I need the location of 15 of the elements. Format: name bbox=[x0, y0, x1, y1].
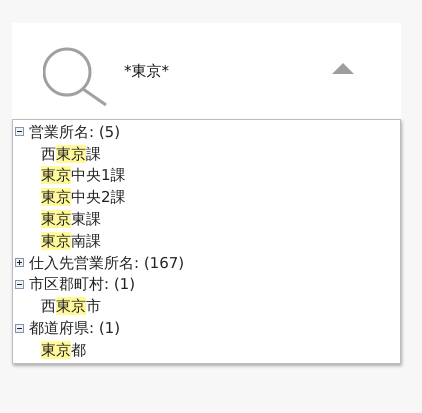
group-label[interactable]: 仕入先営業所名: (167) bbox=[29, 252, 184, 273]
group-label[interactable]: 営業所名: (5) bbox=[29, 122, 120, 142]
result-item[interactable]: 東京中央2課 bbox=[41, 187, 126, 208]
expand-icon[interactable] bbox=[15, 258, 24, 268]
group-label[interactable]: 都道府県: (1) bbox=[29, 318, 120, 338]
collapse-icon[interactable] bbox=[15, 324, 24, 333]
result-item[interactable]: 東京南課 bbox=[41, 230, 101, 251]
result-item[interactable]: 東京中央1課 bbox=[41, 165, 126, 186]
result-item[interactable]: 東京東課 bbox=[41, 209, 101, 230]
collapse-icon[interactable] bbox=[15, 127, 24, 136]
result-item[interactable]: 西東京市 bbox=[41, 296, 101, 316]
collapse-icon[interactable] bbox=[15, 280, 24, 289]
search-field[interactable]: *東京* bbox=[122, 61, 296, 81]
result-item[interactable]: 西東京課 bbox=[41, 144, 101, 164]
group-label[interactable]: 市区郡町村: (1) bbox=[29, 274, 136, 294]
